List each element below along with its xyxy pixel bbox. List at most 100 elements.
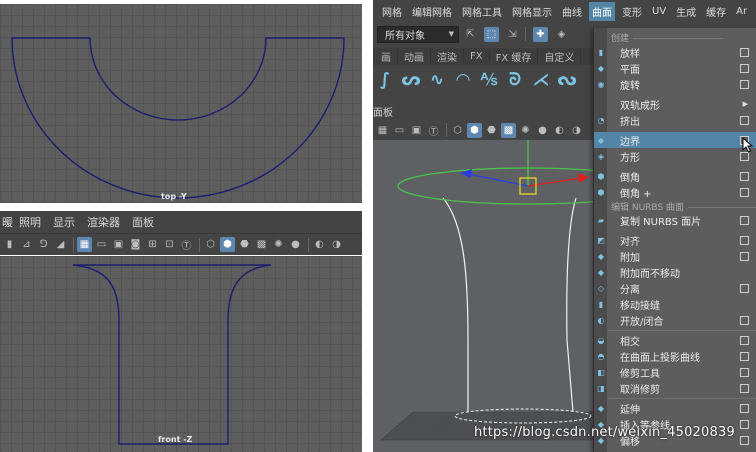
menu-item-extrude[interactable]: ◔ 挤出: [594, 112, 756, 128]
menu-partial[interactable]: 暖: [2, 214, 13, 230]
wireframe-icon[interactable]: ⬡: [450, 123, 465, 138]
cv-curve-icon[interactable]: ∫: [375, 69, 395, 91]
object-filter-dropdown[interactable]: 所有对象 ▼: [377, 25, 459, 43]
ambient-occlusion-icon[interactable]: ◐: [552, 123, 567, 138]
option-box[interactable]: [740, 419, 749, 429]
tab-shelf-animation[interactable]: 动画: [398, 49, 431, 64]
menu-edit-mesh[interactable]: 编辑网格: [412, 4, 452, 19]
resolution-gate-icon[interactable]: ▣: [409, 123, 424, 138]
menu-item-open-close[interactable]: ◐ 开放/闭合: [594, 312, 756, 328]
menu-item-duplicate-patch[interactable]: ▰ 复制 NURBS 面片: [594, 212, 756, 228]
tab-shelf-fx[interactable]: FX: [464, 51, 490, 62]
option-box[interactable]: [740, 47, 749, 57]
menu-mesh-display[interactable]: 网格显示: [512, 4, 552, 19]
menu-item-boundary[interactable]: ◆ 边界: [594, 132, 756, 148]
select-hierarchy-icon[interactable]: ⇱: [463, 27, 478, 42]
select-object-icon[interactable]: ⬚: [484, 26, 499, 42]
menu-curves[interactable]: 曲线: [562, 4, 582, 19]
menu-item-extend[interactable]: ◆ 延伸: [594, 400, 756, 416]
safe-action-icon[interactable]: ⊡: [162, 237, 177, 252]
smooth-shade-icon[interactable]: ⬢: [467, 122, 482, 138]
ep-curve-icon[interactable]: ᔕ: [401, 69, 421, 91]
curve-intersect-icon[interactable]: ⋌: [531, 69, 551, 91]
option-box[interactable]: [740, 171, 749, 181]
wireframe-icon[interactable]: ⬡: [203, 237, 218, 252]
film-gate-icon[interactable]: ▭: [94, 237, 109, 252]
option-box[interactable]: [740, 115, 749, 125]
menu-item-untrim[interactable]: ◨ 取消修剪: [594, 380, 756, 396]
top-viewport[interactable]: top -Y: [0, 4, 362, 203]
select-camera-icon[interactable]: ⊿: [19, 237, 34, 252]
motion-blur-icon[interactable]: ◑: [329, 237, 344, 252]
menu-item-square[interactable]: ◈ 方形: [594, 148, 756, 164]
panel-menu-label[interactable]: 面板: [373, 104, 393, 119]
curve-fillet-icon[interactable]: ⅍: [479, 69, 499, 91]
menu-mesh-tools[interactable]: 网格工具: [462, 4, 502, 19]
menu-item-birail[interactable]: 双轨成形 ▶: [594, 96, 756, 112]
select-component-icon[interactable]: ⇲: [505, 27, 520, 42]
menu-item-planar[interactable]: ◆ 平面: [594, 60, 756, 76]
film-gate-icon[interactable]: ▭: [392, 123, 407, 138]
menu-lighting[interactable]: 照明: [19, 214, 41, 230]
safe-title-icon[interactable]: Ⓣ: [426, 123, 441, 138]
menu-show[interactable]: 显示: [53, 214, 75, 230]
snap-grid-icon[interactable]: ✚: [533, 26, 548, 42]
smooth-shade-icon[interactable]: ⬢: [220, 237, 235, 252]
curve-tool-icon[interactable]: ᔓ: [557, 69, 577, 91]
tab-shelf-rendering[interactable]: 渲染: [431, 49, 464, 64]
menu-item-intersect[interactable]: ◒ 相交: [594, 332, 756, 348]
option-box[interactable]: [740, 335, 749, 345]
safe-title-icon[interactable]: Ⓣ: [179, 237, 194, 252]
shadows-icon[interactable]: ●: [288, 237, 303, 252]
snap-curve-icon[interactable]: ◈: [554, 27, 569, 42]
grid-icon[interactable]: ▦: [77, 237, 92, 252]
menu-item-attach[interactable]: ◆ 附加: [594, 248, 756, 264]
menu-arnold[interactable]: Ar: [736, 6, 747, 17]
field-chart-icon[interactable]: ⊞: [145, 237, 160, 252]
option-box[interactable]: [740, 215, 749, 225]
option-box[interactable]: [740, 283, 749, 293]
menu-item-bevel[interactable]: ⬢ 倒角: [594, 168, 756, 184]
option-box[interactable]: [740, 79, 749, 89]
menu-uv[interactable]: UV: [652, 6, 666, 17]
wireframe-on-shaded-icon[interactable]: ⬣: [237, 237, 252, 252]
menu-item-trim-tool[interactable]: ◧ 修剪工具: [594, 364, 756, 380]
lights-icon[interactable]: ✺: [518, 123, 533, 138]
screen-space-ao-icon[interactable]: ◐: [312, 237, 327, 252]
menu-item-loft[interactable]: ▮ 放样: [594, 44, 756, 60]
menu-renderer[interactable]: 渲染器: [87, 214, 120, 230]
menu-surfaces[interactable]: 曲面: [589, 1, 615, 21]
arc-tool-icon[interactable]: ◠: [453, 69, 473, 91]
menu-item-bevel-plus[interactable]: ⬢ 倒角 +: [594, 184, 756, 200]
option-box[interactable]: [740, 403, 749, 413]
gate-mask-icon[interactable]: ◙: [128, 237, 143, 252]
menu-item-move-seam[interactable]: ▮ 移动接缝: [594, 296, 756, 312]
option-box[interactable]: [740, 63, 749, 73]
menu-cache[interactable]: 缓存: [706, 4, 726, 19]
resolution-gate-icon[interactable]: ▣: [111, 237, 126, 252]
curve-offset-icon[interactable]: ᘐ: [505, 69, 525, 91]
option-box[interactable]: [740, 187, 749, 197]
option-box[interactable]: [740, 251, 749, 261]
bookmark-icon[interactable]: ▮: [2, 237, 17, 252]
menu-generate[interactable]: 生成: [676, 4, 696, 19]
motion-blur-icon[interactable]: ◑: [569, 123, 584, 138]
textured-icon[interactable]: ▩: [501, 122, 516, 138]
grid-icon[interactable]: ▦: [375, 123, 390, 138]
option-box[interactable]: [740, 383, 749, 393]
menu-item-revolve[interactable]: ◉ 旋转: [594, 76, 756, 92]
menu-mesh[interactable]: 网格: [382, 4, 402, 19]
front-viewport[interactable]: front -Z: [0, 256, 362, 452]
lights-icon[interactable]: ✺: [271, 237, 286, 252]
tab-shelf-custom[interactable]: 自定义: [538, 49, 582, 64]
image-plane-icon[interactable]: ◢: [53, 237, 68, 252]
bezier-curve-icon[interactable]: ∿: [427, 69, 447, 91]
shadows-icon[interactable]: ●: [535, 123, 550, 138]
menu-panels[interactable]: 面板: [132, 214, 154, 230]
option-box[interactable]: [740, 235, 749, 245]
wireframe-on-shaded-icon[interactable]: ⬣: [484, 123, 499, 138]
menu-item-align[interactable]: ◩ 对齐: [594, 232, 756, 248]
tab-shelf-paint[interactable]: 画: [375, 49, 398, 64]
option-box[interactable]: [740, 315, 749, 325]
option-box[interactable]: [740, 351, 749, 361]
